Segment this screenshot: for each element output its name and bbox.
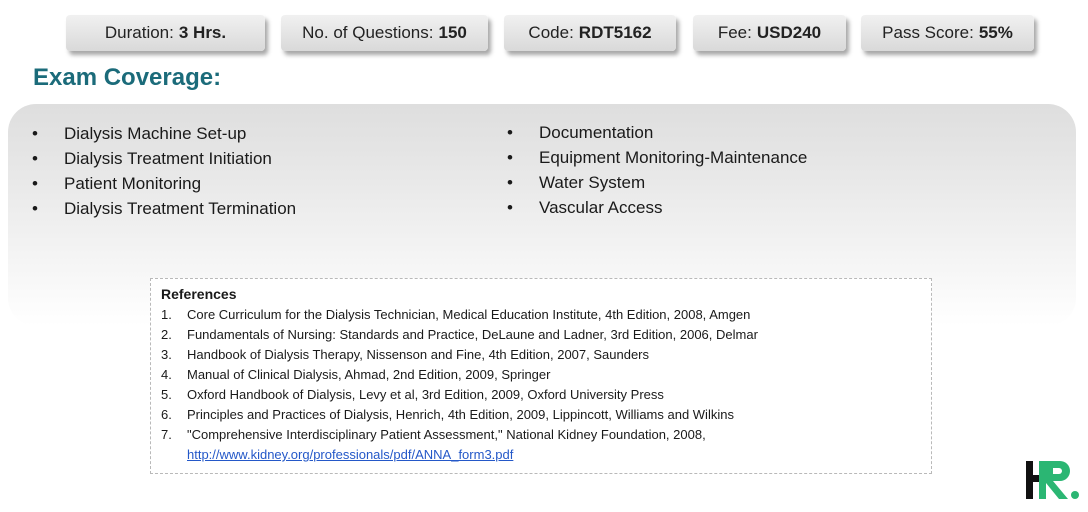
coverage-item: • Dialysis Machine Set-up xyxy=(32,121,296,146)
coverage-item-label: Water System xyxy=(539,173,646,192)
questions-label: No. of Questions: xyxy=(302,23,434,42)
reference-text: "Comprehensive Interdisciplinary Patient… xyxy=(187,427,706,442)
code-badge: Code: RDT5162 xyxy=(504,15,676,51)
pass-score-value: 55% xyxy=(978,23,1013,42)
duration-label: Duration: xyxy=(104,23,174,42)
coverage-item: • Vascular Access xyxy=(507,195,807,220)
coverage-item: • Water System xyxy=(507,170,807,195)
coverage-item: • Equipment Monitoring-Maintenance xyxy=(507,145,807,170)
reference-text: Fundamentals of Nursing: Standards and P… xyxy=(187,327,758,342)
coverage-item-label: Documentation xyxy=(539,123,654,142)
reference-text: Core Curriculum for the Dialysis Technic… xyxy=(187,307,751,322)
coverage-item-label: Dialysis Treatment Termination xyxy=(64,199,297,218)
coverage-item: • Patient Monitoring xyxy=(32,171,296,196)
duration-value: 3 Hrs. xyxy=(178,23,227,42)
reference-item: 7. "Comprehensive Interdisciplinary Patie… xyxy=(161,425,931,465)
reference-number: 6. xyxy=(161,407,172,422)
fee-label: Fee: xyxy=(717,23,752,42)
reference-item: 3. Handbook of Dialysis Therapy, Nissenso… xyxy=(161,345,931,365)
references-list: 1. Core Curriculum for the Dialysis Techn… xyxy=(161,305,931,465)
hr-logo-icon xyxy=(1024,458,1084,502)
coverage-item-label: Dialysis Machine Set-up xyxy=(64,124,247,143)
fee-badge: Fee: USD240 xyxy=(693,15,846,51)
code-label: Code: xyxy=(528,23,574,42)
coverage-item-label: Vascular Access xyxy=(539,198,663,217)
reference-number: 3. xyxy=(161,347,172,362)
bullet-icon: • xyxy=(32,199,38,218)
reference-item: 5. Oxford Handbook of Dialysis, Levy et a… xyxy=(161,385,931,405)
pass-score-label: Pass Score: xyxy=(882,23,974,42)
references-title: References xyxy=(161,286,237,302)
questions-badge: No. of Questions: 150 xyxy=(281,15,488,51)
reference-text: Oxford Handbook of Dialysis, Levy et al,… xyxy=(187,387,664,402)
coverage-list-right: • Documentation • Equipment Monitoring-Mai… xyxy=(507,120,807,220)
hr-logo-graphic xyxy=(1026,461,1079,499)
pass-score-badge: Pass Score: 55% xyxy=(861,15,1034,51)
coverage-item-label: Dialysis Treatment Initiation xyxy=(64,149,272,168)
coverage-list-left: • Dialysis Machine Set-up • Dialysis Treat… xyxy=(32,121,296,221)
reference-item: 2. Fundamentals of Nursing: Standards and… xyxy=(161,325,931,345)
coverage-item-label: Patient Monitoring xyxy=(64,174,202,193)
bullet-icon: • xyxy=(507,123,513,142)
fee-value: USD240 xyxy=(756,23,822,42)
kidney-org-link[interactable]: http://www.kidney.org/professionals/pdf/… xyxy=(187,445,931,465)
coverage-item: • Documentation xyxy=(507,120,807,145)
questions-value: 150 xyxy=(438,23,467,42)
reference-text: Principles and Practices of Dialysis, He… xyxy=(187,407,734,422)
reference-number: 1. xyxy=(161,307,172,322)
reference-item: 6. Principles and Practices of Dialysis, … xyxy=(161,405,931,425)
reference-item: 4. Manual of Clinical Dialysis, Ahmad, 2n… xyxy=(161,365,931,385)
bullet-icon: • xyxy=(32,149,38,168)
reference-text: Manual of Clinical Dialysis, Ahmad, 2nd … xyxy=(187,367,551,382)
exam-coverage-heading: Exam Coverage: xyxy=(33,64,222,91)
bullet-icon: • xyxy=(507,148,513,167)
coverage-item: • Dialysis Treatment Initiation xyxy=(32,146,296,171)
reference-number: 7. xyxy=(161,427,172,442)
references-box: References 1. Core Curriculum for the Dia… xyxy=(150,278,932,474)
coverage-item-label: Equipment Monitoring-Maintenance xyxy=(539,148,808,167)
bullet-icon: • xyxy=(32,124,38,143)
duration-badge: Duration: 3 Hrs. xyxy=(66,15,265,51)
code-value: RDT5162 xyxy=(578,23,652,42)
reference-text: Handbook of Dialysis Therapy, Nissenson … xyxy=(187,347,650,362)
reference-number: 4. xyxy=(161,367,172,382)
bullet-icon: • xyxy=(507,173,513,192)
bullet-icon: • xyxy=(507,198,513,217)
reference-number: 5. xyxy=(161,387,172,402)
reference-item: 1. Core Curriculum for the Dialysis Techn… xyxy=(161,305,931,325)
reference-number: 2. xyxy=(161,327,172,342)
coverage-item: • Dialysis Treatment Termination xyxy=(32,196,296,221)
bullet-icon: • xyxy=(32,174,38,193)
